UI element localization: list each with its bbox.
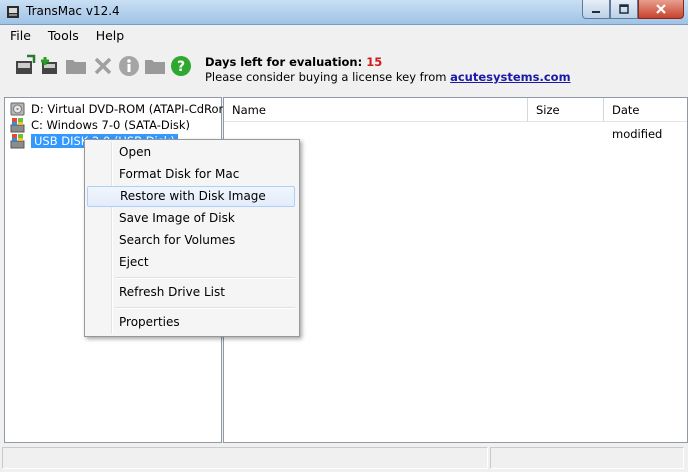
drive-item-windows[interactable]: C: Windows 7-0 (SATA-Disk): [9, 117, 190, 133]
evaluation-label: Days left for evaluation:: [205, 55, 363, 69]
menu-file[interactable]: File: [0, 26, 38, 46]
toolbar: ? Days left for evaluation: 15 Please co…: [0, 47, 688, 94]
evaluation-days: 15: [366, 55, 383, 69]
status-cell: [2, 447, 488, 469]
close-button[interactable]: [638, 0, 684, 19]
context-menu: Open Format Disk for Mac Restore with Di…: [84, 139, 300, 337]
context-menu-refresh-drive-list[interactable]: Refresh Drive List: [87, 282, 295, 303]
drive-item-dvd[interactable]: D: Virtual DVD-ROM (ATAPI-CdRom): [9, 101, 234, 117]
context-menu-restore-disk-image[interactable]: Restore with Disk Image: [87, 186, 295, 207]
delete-icon[interactable]: [91, 54, 115, 78]
status-bar: [0, 444, 688, 472]
context-menu-eject[interactable]: Eject: [87, 252, 295, 273]
folder-icon[interactable]: [143, 54, 167, 78]
context-menu-save-image[interactable]: Save Image of Disk: [87, 208, 295, 229]
context-menu-separator: [115, 277, 295, 279]
title-bar: TransMac v12.4: [0, 0, 688, 25]
cdrom-drive-icon: [10, 102, 25, 116]
maximize-icon: [619, 4, 629, 14]
maximize-button[interactable]: [610, 0, 638, 19]
usb-drive-icon: [10, 134, 25, 149]
menu-help[interactable]: Help: [86, 26, 132, 46]
windows-drive-icon: [10, 118, 25, 133]
status-cell: [490, 447, 684, 469]
drive-label: C: Windows 7-0 (SATA-Disk): [31, 118, 191, 132]
column-header-name[interactable]: Name: [224, 98, 528, 122]
context-menu-search-volumes[interactable]: Search for Volumes: [87, 230, 295, 251]
context-menu-separator: [115, 307, 295, 309]
info-icon[interactable]: [117, 54, 141, 78]
license-notice: Please consider buying a license key fro…: [205, 70, 571, 84]
license-link[interactable]: acutesystems.com: [450, 70, 570, 84]
minimize-button[interactable]: [582, 0, 610, 19]
window-controls: [582, 0, 684, 19]
context-menu-properties[interactable]: Properties: [87, 312, 295, 333]
svg-text:?: ?: [177, 59, 185, 75]
column-header-date-modified[interactable]: Date modified: [604, 98, 687, 141]
context-menu-format-disk[interactable]: Format Disk for Mac: [87, 164, 295, 185]
add-disk-icon[interactable]: [38, 54, 62, 78]
close-icon: [656, 4, 666, 14]
menu-tools[interactable]: Tools: [38, 26, 86, 46]
minimize-icon: [592, 11, 600, 13]
help-icon[interactable]: ?: [169, 54, 193, 78]
drive-label: D: Virtual DVD-ROM (ATAPI-CdRom): [31, 102, 235, 116]
license-text: Please consider buying a license key fro…: [205, 70, 447, 84]
folder-icon[interactable]: [64, 54, 88, 78]
window-title: TransMac v12.4: [26, 4, 120, 18]
context-menu-open[interactable]: Open: [87, 142, 295, 163]
evaluation-notice: Days left for evaluation: 15: [205, 55, 382, 69]
menu-bar: File Tools Help: [0, 26, 688, 46]
column-header-size[interactable]: Size: [528, 98, 604, 122]
transmac-app-icon: [7, 6, 19, 18]
open-disk-icon[interactable]: [13, 54, 37, 78]
